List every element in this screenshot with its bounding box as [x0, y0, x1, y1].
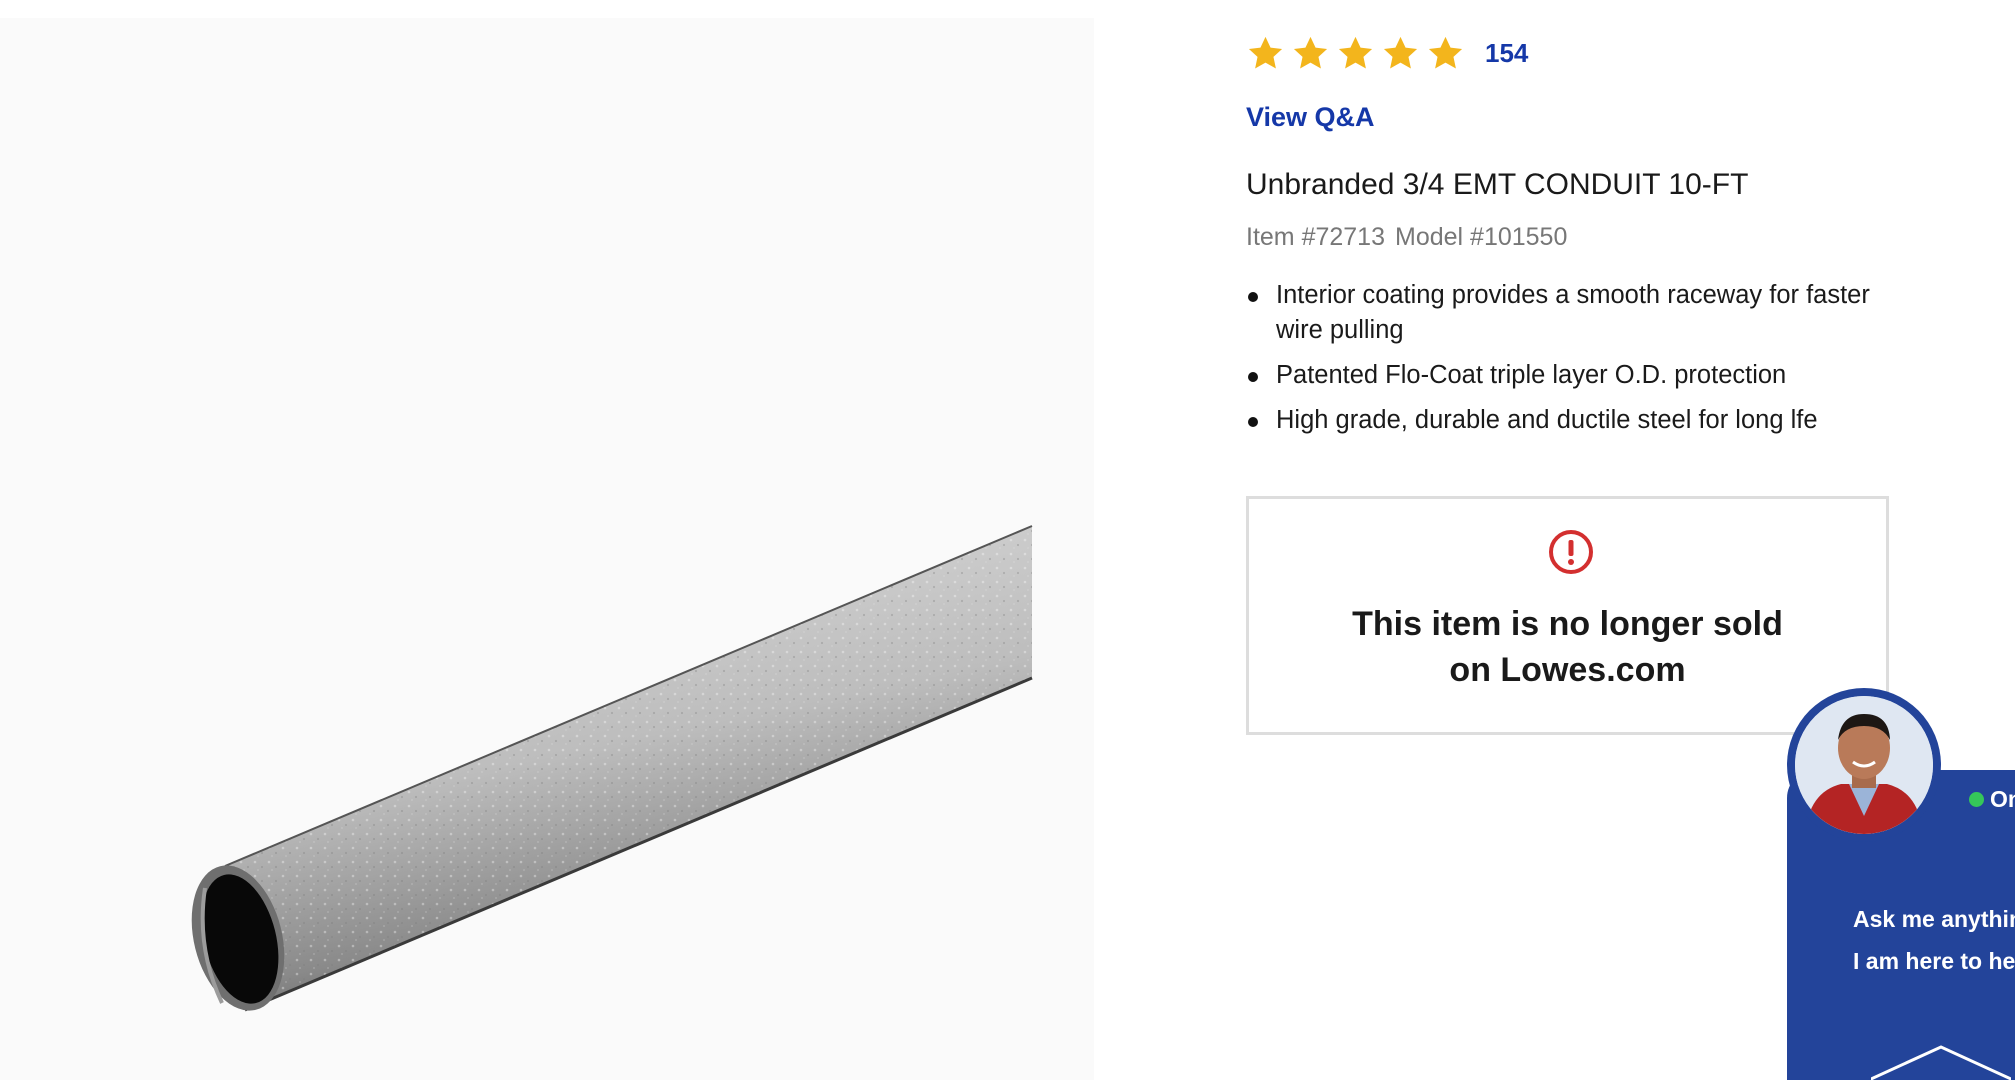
list-item: Interior coating provides a smooth racew… [1246, 278, 1896, 348]
feature-text: High grade, durable and ductile steel fo… [1276, 406, 1818, 434]
view-qa-link[interactable]: View Q&A [1246, 102, 1375, 133]
star-icon [1293, 36, 1328, 68]
star-icon [1338, 36, 1373, 68]
product-identifiers: Item #72713 Model #101550 [1246, 223, 1896, 252]
unavailable-notice: This item is no longer sold on Lowes.com [1246, 496, 1889, 735]
feature-list: Interior coating provides a smooth racew… [1246, 278, 1896, 438]
notice-message: This item is no longer sold on Lowes.com [1249, 601, 1886, 693]
chat-message-line: I am here to he [1853, 948, 2015, 974]
item-number: Item #72713 [1246, 223, 1385, 251]
rating-row[interactable]: 154 [1246, 34, 1896, 72]
lowes-logo-icon [1871, 1045, 2011, 1080]
avatar[interactable] [1795, 696, 1933, 834]
conduit-pipe-image [191, 525, 1033, 1012]
online-status: On [1969, 786, 2015, 813]
product-image[interactable] [0, 18, 1094, 1080]
product-page: 154 View Q&A Unbranded 3/4 EMT CONDUIT 1… [0, 0, 2015, 1080]
alert-circle-icon [1549, 530, 1593, 574]
feature-text: Interior coating provides a smooth racew… [1276, 281, 1870, 344]
list-item: Patented Flo-Coat triple layer O.D. prot… [1246, 358, 1896, 393]
feature-text: Patented Flo-Coat triple layer O.D. prot… [1276, 361, 1787, 389]
online-dot-icon [1969, 792, 1984, 807]
review-count-link[interactable]: 154 [1485, 38, 1528, 69]
product-details: 154 View Q&A Unbranded 3/4 EMT CONDUIT 1… [1246, 34, 1896, 448]
bullet-icon [1248, 372, 1258, 382]
bullet-icon [1248, 292, 1258, 302]
agent-avatar-image [1795, 696, 1933, 834]
model-number: Model #101550 [1395, 223, 1568, 251]
star-rating [1246, 34, 1465, 73]
star-icon [1383, 36, 1418, 68]
list-item: High grade, durable and ductile steel fo… [1246, 403, 1896, 438]
star-icon [1248, 36, 1283, 68]
product-title: Unbranded 3/4 EMT CONDUIT 10-FT [1246, 168, 1749, 201]
chat-message: Ask me anythin I am here to he [1853, 898, 2015, 982]
online-status-text: On [1990, 786, 2015, 812]
chat-message-line: Ask me anythin [1853, 906, 2015, 932]
star-icon [1428, 36, 1463, 68]
notice-line: This item is no longer sold [1352, 605, 1783, 643]
bullet-icon [1248, 417, 1258, 427]
notice-line: on Lowes.com [1449, 651, 1686, 689]
